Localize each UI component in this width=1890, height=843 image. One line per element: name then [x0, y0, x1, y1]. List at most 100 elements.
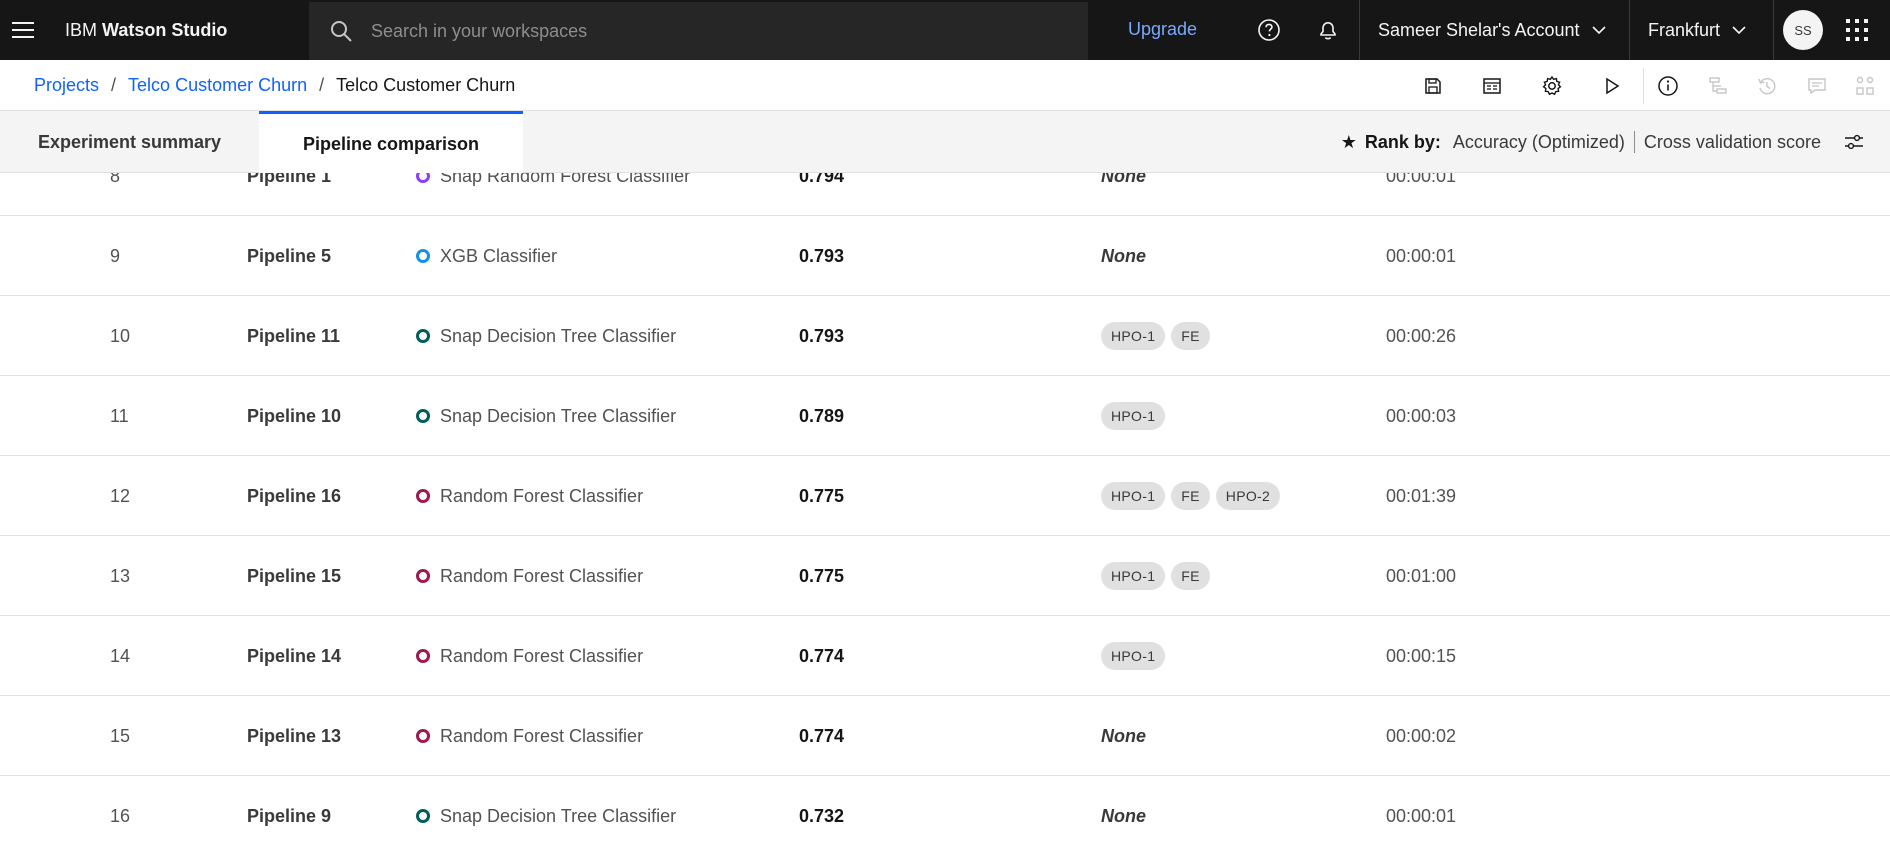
save-button[interactable] — [1420, 73, 1446, 99]
notifications-button[interactable] — [1312, 14, 1344, 46]
brand-name: Watson Studio — [102, 19, 228, 40]
pipeline-name-cell[interactable]: Pipeline 1 — [247, 173, 331, 216]
rank-cell: 8 — [110, 173, 121, 186]
pipeline-name-cell[interactable]: Pipeline 14 — [247, 616, 341, 696]
lineage-button[interactable] — [1705, 73, 1731, 99]
enhancement-tag: FE — [1171, 322, 1210, 350]
algorithm-color-ring-icon — [416, 329, 430, 343]
enhancements-cell: None — [1101, 776, 1146, 843]
algorithm-cell: Snap Random Forest Classifier — [416, 173, 690, 216]
run-button[interactable] — [1599, 73, 1625, 99]
table-row[interactable]: 12 Pipeline 16 Random Forest Classifier 0.7… — [0, 456, 1890, 536]
accuracy-cell: 0.775 — [799, 485, 845, 506]
algorithm-cell: Random Forest Classifier — [416, 456, 643, 536]
rank-cell: 11 — [110, 405, 129, 426]
tab-experiment-summary[interactable]: Experiment summary — [0, 111, 259, 173]
enhancements-cell: None — [1101, 173, 1146, 216]
pipeline-name-cell[interactable]: Pipeline 9 — [247, 776, 331, 843]
user-avatar[interactable]: SS — [1783, 10, 1823, 50]
algorithm-color-ring-icon — [416, 249, 430, 263]
bell-icon — [1320, 21, 1336, 40]
header-divider — [1773, 0, 1774, 60]
algorithm-label: Random Forest Classifier — [440, 725, 644, 746]
rank-by-label: Rank by: — [1364, 131, 1441, 152]
settings-adjust-icon[interactable] — [1843, 131, 1865, 153]
pipeline-name-cell[interactable]: Pipeline 11 — [247, 296, 340, 376]
enhancement-tag: HPO-1 — [1101, 482, 1166, 510]
accuracy-cell: 0.774 — [799, 725, 845, 746]
algorithm-cell: Snap Decision Tree Classifier — [416, 376, 676, 456]
pipeline-name-cell[interactable]: Pipeline 16 — [247, 456, 341, 536]
hamburger-menu-icon — [12, 22, 34, 38]
information-button[interactable] — [1655, 73, 1681, 99]
build-time-cell: 00:00:01 — [1386, 805, 1457, 826]
hamburger-menu-button[interactable] — [0, 0, 46, 60]
algorithm-label: Snap Decision Tree Classifier — [440, 325, 677, 346]
pipeline-name-cell[interactable]: Pipeline 13 — [247, 696, 341, 776]
build-time-cell: 00:00:26 — [1386, 325, 1457, 346]
enhancements-cell: HPO-1 FE — [1101, 536, 1216, 616]
hierarchy-button[interactable] — [1852, 73, 1878, 99]
enhancements-cell: None — [1101, 696, 1146, 776]
region-switcher[interactable]: Frankfurt — [1630, 0, 1774, 60]
account-switcher[interactable]: Sameer Shelar's Account — [1360, 0, 1630, 60]
table-row[interactable]: 13 Pipeline 15 Random Forest Classifier 0.7… — [0, 536, 1890, 616]
breadcrumb-project-link[interactable]: Telco Customer Churn — [128, 75, 307, 96]
table-row[interactable]: 15 Pipeline 13 Random Forest Classifier 0.7… — [0, 696, 1890, 776]
enhancement-tag: FE — [1171, 562, 1210, 590]
pipeline-name-cell[interactable]: Pipeline 15 — [247, 536, 341, 616]
algorithm-label: Random Forest Classifier — [440, 485, 644, 506]
help-button[interactable] — [1253, 14, 1285, 46]
breadcrumb-projects-link[interactable]: Projects — [34, 75, 99, 96]
enhancements-cell: HPO-1 FE — [1101, 296, 1216, 376]
accuracy-cell: 0.793 — [799, 245, 845, 266]
history-button[interactable] — [1754, 73, 1780, 99]
search-input[interactable] — [371, 20, 1051, 42]
accuracy-cell: 0.794 — [799, 173, 845, 186]
algorithm-color-ring-icon — [416, 489, 430, 503]
play-icon — [1606, 77, 1620, 95]
table-row[interactable]: 14 Pipeline 14 Random Forest Classifier 0.7… — [0, 616, 1890, 696]
global-search[interactable] — [309, 2, 1088, 60]
no-enhancements-label: None — [1101, 725, 1146, 746]
table-row[interactable]: 8 Pipeline 1 Snap Random Forest Classifier… — [0, 173, 1890, 216]
pipeline-name-cell[interactable]: Pipeline 5 — [247, 216, 331, 296]
product-name[interactable]: IBM Watson Studio — [65, 20, 227, 41]
algorithm-cell: XGB Classifier — [416, 216, 557, 296]
rank-cell: 12 — [110, 485, 131, 506]
accuracy-cell: 0.789 — [799, 405, 845, 426]
help-icon — [1258, 19, 1280, 41]
table-row[interactable]: 10 Pipeline 11 Snap Decision Tree Classifi… — [0, 296, 1890, 376]
algorithm-cell: Random Forest Classifier — [416, 536, 643, 616]
table-row[interactable]: 9 Pipeline 5 XGB Classifier 0.793 None 00:00:… — [0, 216, 1890, 296]
enhancement-tag: FE — [1171, 482, 1210, 510]
breadcrumb-separator: / — [111, 75, 117, 95]
enhancements-cell: HPO-1 — [1101, 616, 1171, 696]
comments-button[interactable] — [1804, 73, 1830, 99]
toolbar-divider — [1643, 68, 1644, 104]
algorithm-cell: Random Forest Classifier — [416, 616, 643, 696]
chevron-down-icon — [1591, 26, 1606, 35]
settings-button[interactable] — [1539, 73, 1565, 99]
table-row[interactable]: 11 Pipeline 10 Snap Decision Tree Classifi… — [0, 376, 1890, 456]
app-switcher-icon[interactable] — [1844, 17, 1870, 43]
rank-cell: 16 — [110, 805, 131, 826]
save-icon — [1425, 78, 1441, 94]
pipeline-name-cell[interactable]: Pipeline 10 — [247, 376, 341, 456]
algorithm-label: XGB Classifier — [440, 245, 558, 266]
search-icon — [331, 21, 352, 42]
no-enhancements-label: None — [1101, 245, 1146, 266]
notebook-icon — [1483, 78, 1501, 94]
no-enhancements-label: None — [1101, 173, 1146, 186]
build-time-cell: 00:00:02 — [1386, 725, 1457, 746]
build-time-cell: 00:01:00 — [1386, 565, 1457, 586]
notebook-button[interactable] — [1479, 73, 1505, 99]
chevron-down-icon — [1732, 26, 1746, 35]
region-label: Frankfurt — [1648, 19, 1721, 40]
rank-by-score-type: Cross validation score — [1643, 131, 1821, 152]
build-time-cell: 00:00:01 — [1386, 173, 1457, 186]
settings-icon — [1542, 75, 1562, 96]
tab-pipeline-comparison[interactable]: Pipeline comparison — [259, 111, 523, 174]
upgrade-link[interactable]: Upgrade — [1128, 19, 1197, 40]
table-row[interactable]: 16 Pipeline 9 Snap Decision Tree Classifie… — [0, 776, 1890, 843]
